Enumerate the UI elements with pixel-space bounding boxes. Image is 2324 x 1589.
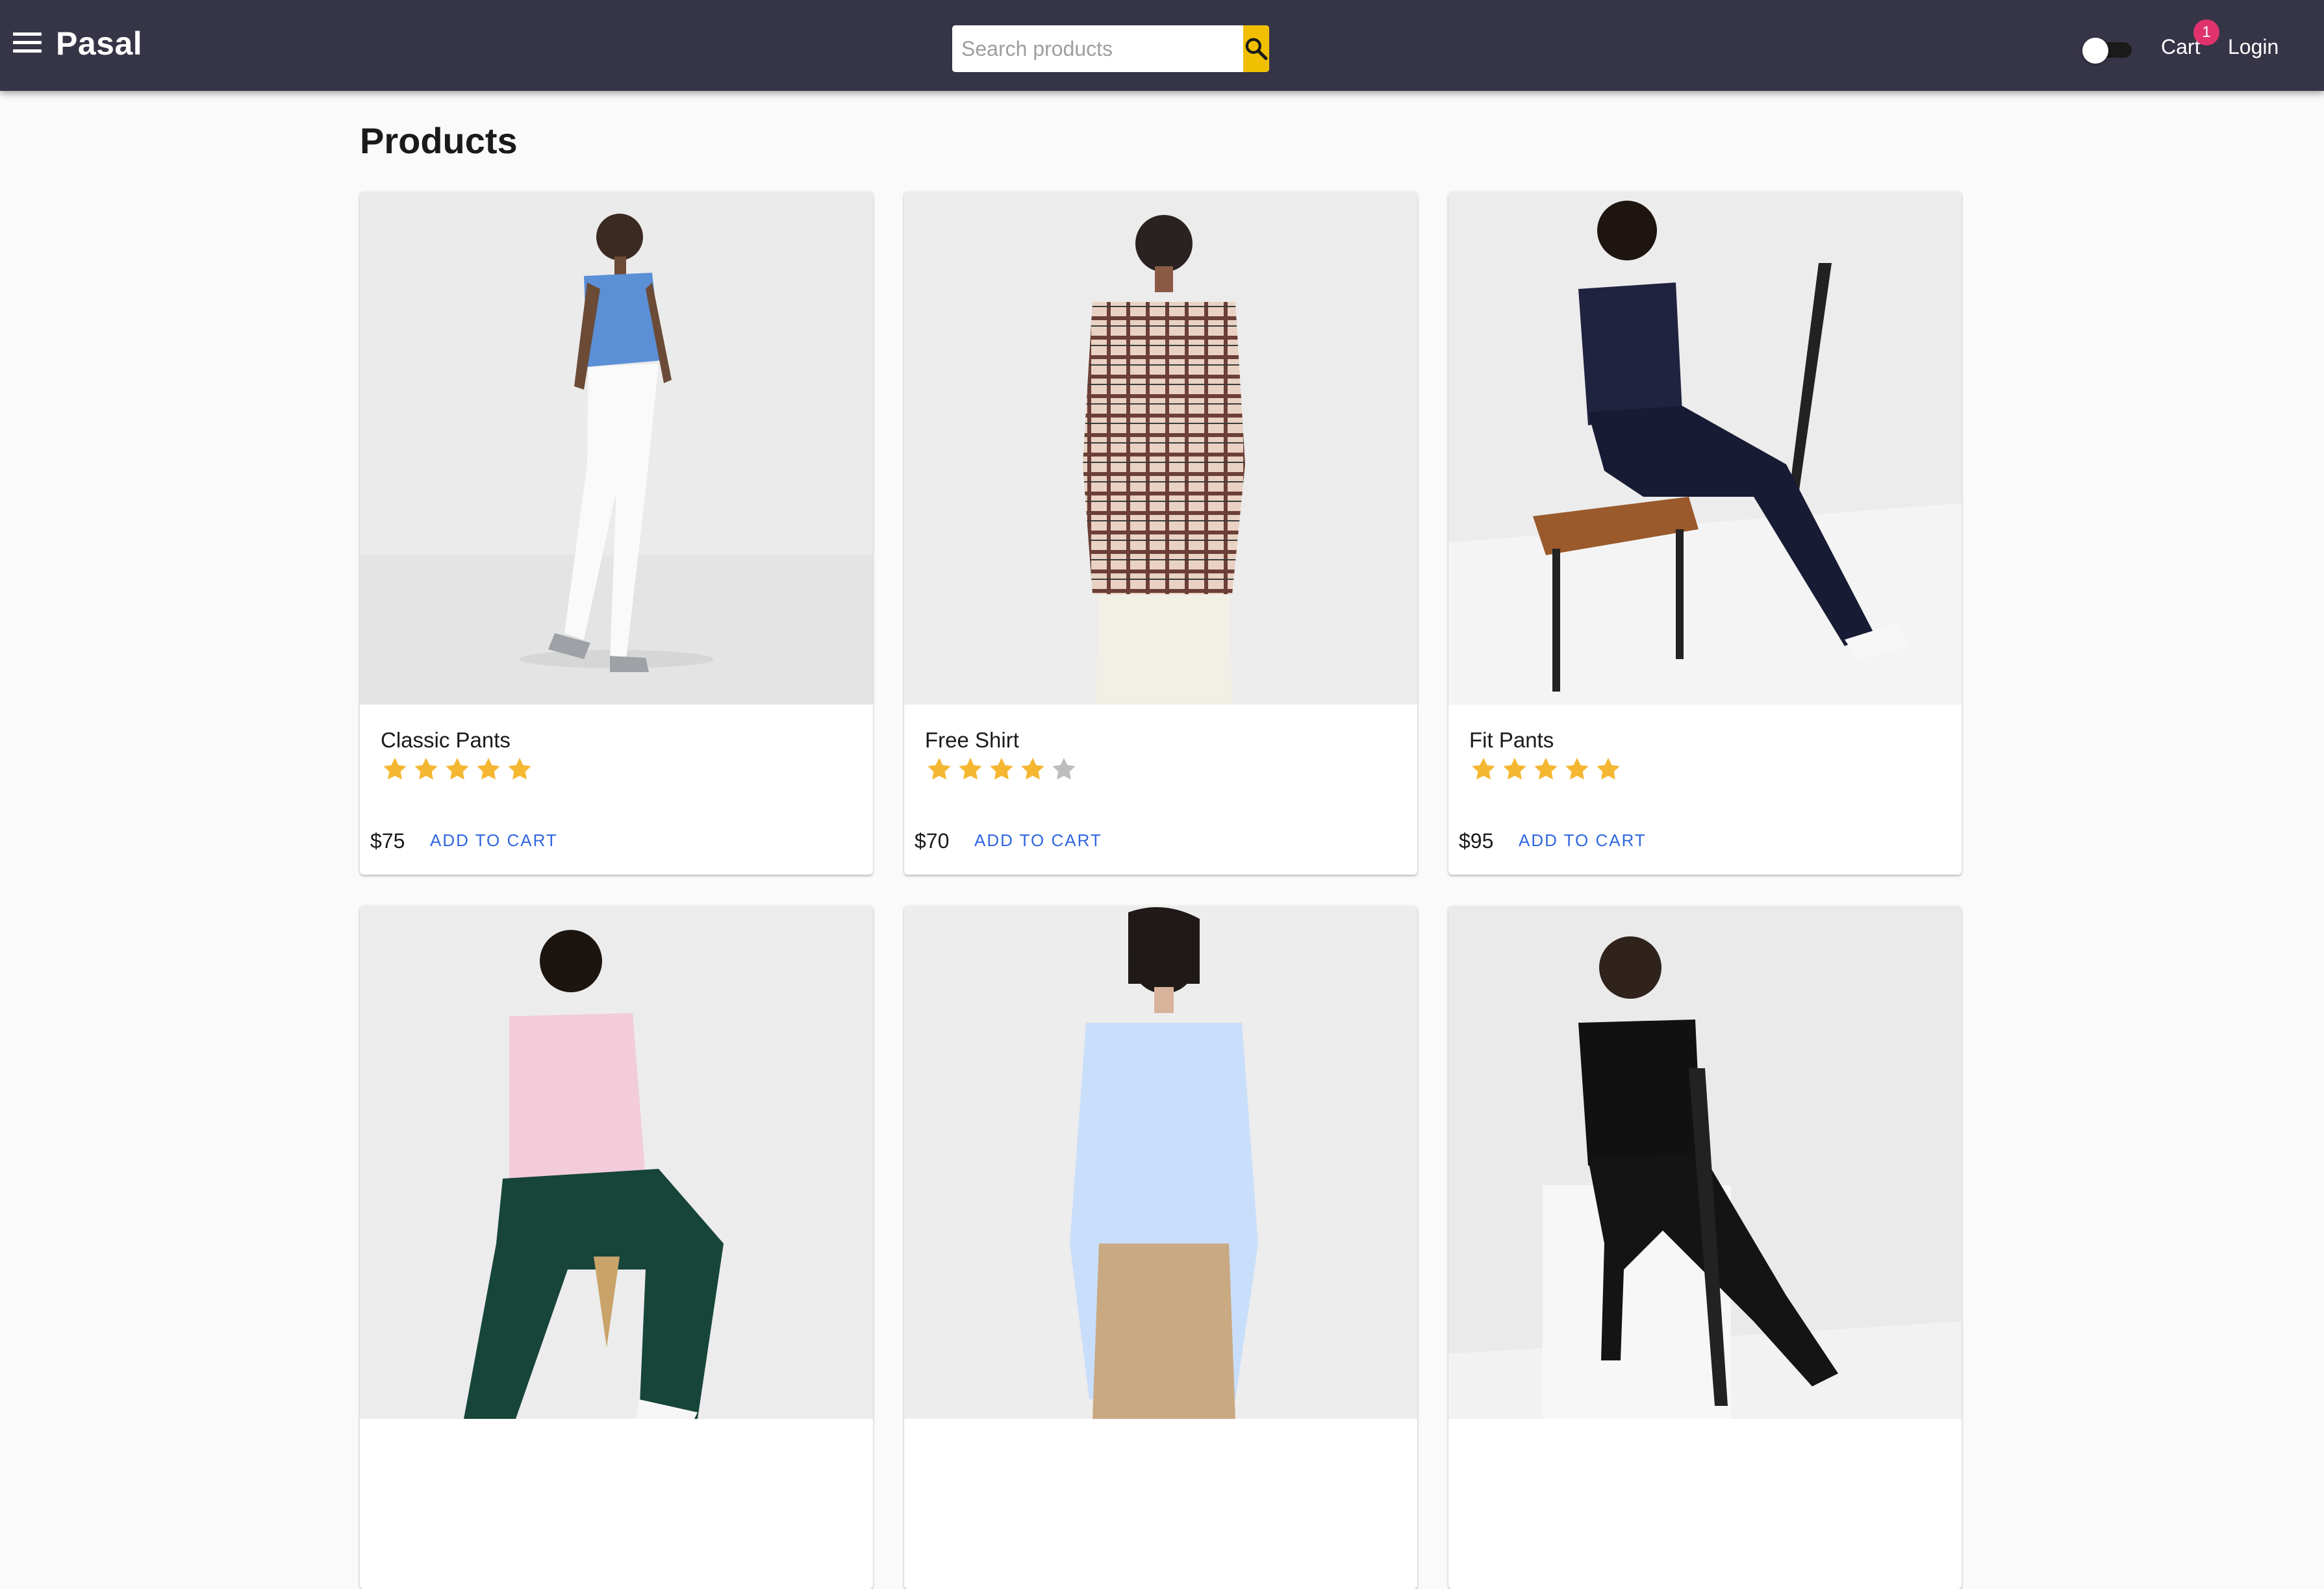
product-card[interactable]: Fit Pants $95 ADD TO CART — [1448, 192, 1962, 875]
login-link[interactable]: Login — [2228, 35, 2279, 59]
product-image[interactable] — [904, 192, 1417, 705]
product-name[interactable]: Fit Pants — [1469, 728, 1554, 753]
star-filled-icon — [1597, 758, 1620, 780]
product-rating — [1469, 755, 1623, 784]
star-filled-icon — [959, 758, 982, 780]
product-image[interactable] — [1448, 192, 1962, 705]
product-card[interactable] — [360, 906, 873, 1589]
product-image[interactable] — [904, 906, 1417, 1419]
product-card[interactable] — [904, 906, 1417, 1589]
product-name[interactable]: Free Shirt — [925, 728, 1019, 753]
add-to-cart-button[interactable]: ADD TO CART — [422, 824, 566, 857]
product-rating — [925, 755, 1078, 784]
page-title: Products — [360, 120, 518, 161]
add-to-cart-button[interactable]: ADD TO CART — [1511, 824, 1654, 857]
star-filled-icon — [446, 758, 469, 780]
star-filled-icon — [1472, 758, 1495, 780]
product-image[interactable] — [360, 192, 873, 705]
star-filled-icon — [1503, 758, 1526, 780]
cart-count-badge: 1 — [2193, 19, 2219, 45]
product-card[interactable] — [1448, 906, 1962, 1589]
star-filled-icon — [990, 758, 1013, 780]
product-card[interactable]: Free Shirt $70 ADD TO CART — [904, 192, 1417, 875]
product-price: $75 — [370, 829, 405, 853]
star-filled-icon — [1565, 758, 1589, 780]
product-image[interactable] — [360, 906, 873, 1419]
star-empty-icon — [1052, 758, 1076, 780]
star-filled-icon — [477, 758, 500, 780]
product-grid: Classic Pants $75 ADD TO CART Free Shirt… — [360, 192, 1962, 1589]
star-filled-icon — [928, 758, 951, 780]
product-name[interactable]: Classic Pants — [381, 728, 511, 753]
product-price: $95 — [1459, 829, 1494, 853]
star-filled-icon — [414, 758, 438, 780]
menu-icon[interactable] — [13, 32, 42, 58]
product-card[interactable]: Classic Pants $75 ADD TO CART — [360, 192, 873, 875]
toggle-thumb — [2082, 38, 2108, 64]
cart-link[interactable]: Cart 1 — [2161, 19, 2219, 59]
brand-logo[interactable]: Pasal — [56, 27, 142, 60]
add-to-cart-button[interactable]: ADD TO CART — [966, 824, 1110, 857]
product-price: $70 — [915, 829, 950, 853]
product-image[interactable] — [1448, 906, 1962, 1419]
star-filled-icon — [383, 758, 407, 780]
star-filled-icon — [1534, 758, 1558, 780]
search-input[interactable] — [952, 25, 1243, 72]
search-button[interactable] — [1243, 25, 1269, 72]
product-rating — [381, 755, 534, 784]
theme-toggle[interactable] — [2082, 38, 2134, 64]
app-bar: Pasal Cart 1 Login — [0, 0, 2324, 91]
search-icon — [1245, 38, 1268, 60]
search-bar — [952, 25, 1269, 72]
star-filled-icon — [1021, 758, 1044, 780]
star-filled-icon — [508, 758, 531, 780]
